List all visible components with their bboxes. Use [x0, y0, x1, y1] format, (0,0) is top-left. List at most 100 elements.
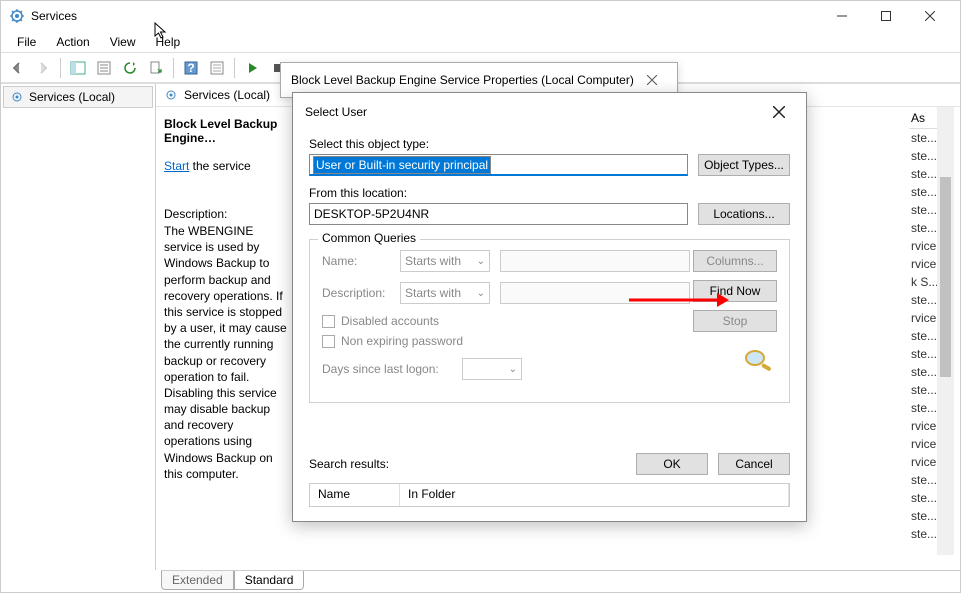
magnify-icon [741, 346, 777, 376]
common-queries-label: Common Queries [318, 231, 420, 245]
list-cell[interactable]: rvice [909, 255, 937, 273]
search-results-label: Search results: [309, 457, 389, 471]
services-small-icon [10, 90, 24, 104]
list-cell[interactable]: ste... [909, 489, 937, 507]
results-col-name[interactable]: Name [310, 484, 400, 506]
menu-help[interactable]: Help [146, 33, 191, 51]
chevron-down-icon: ⌄ [477, 256, 485, 267]
list-cell[interactable]: ste... [909, 165, 937, 183]
select-user-title: Select User [305, 105, 764, 119]
forward-button[interactable] [31, 56, 55, 80]
chevron-down-icon: ⌄ [477, 288, 485, 299]
object-type-value: User or Built-in security principal [313, 156, 491, 174]
list-cell[interactable]: ste... [909, 183, 937, 201]
window-title: Services [31, 9, 820, 23]
list-cell[interactable]: ste... [909, 129, 937, 147]
list-cell[interactable]: k S... [909, 273, 937, 291]
list-cell[interactable]: ste... [909, 327, 937, 345]
vertical-scrollbar[interactable] [937, 107, 954, 555]
list-cell[interactable]: rvice [909, 237, 937, 255]
services-small-icon [164, 88, 178, 102]
cq-name-input[interactable] [500, 250, 690, 272]
scrollbar-thumb[interactable] [940, 177, 951, 377]
list-cell[interactable]: ste... [909, 471, 937, 489]
list-cell[interactable]: ste... [909, 399, 937, 417]
days-since-combo[interactable]: ⌄ [462, 358, 522, 380]
list-cell[interactable]: ste... [909, 345, 937, 363]
columns-button[interactable]: Columns... [693, 250, 777, 272]
service-list-fragment: As ste...ste...ste...ste...ste...ste...r… [909, 107, 937, 570]
view-tabs: Extended Standard [161, 570, 960, 592]
maximize-button[interactable] [864, 1, 908, 31]
show-hide-tree-button[interactable] [66, 56, 90, 80]
locations-button[interactable]: Locations... [698, 203, 790, 225]
list-cell[interactable]: rvice [909, 309, 937, 327]
cq-desc-input[interactable] [500, 282, 690, 304]
cq-desc-combo[interactable]: Starts with⌄ [400, 282, 490, 304]
svg-text:?: ? [187, 61, 194, 75]
object-type-label: Select this object type: [309, 137, 790, 151]
list-cell[interactable]: ste... [909, 363, 937, 381]
cq-desc-label: Description: [322, 286, 390, 300]
minimize-button[interactable] [820, 1, 864, 31]
right-pane-title: Services (Local) [184, 88, 270, 102]
list-button[interactable] [205, 56, 229, 80]
properties-button[interactable] [92, 56, 116, 80]
list-cell[interactable]: ste... [909, 525, 937, 543]
properties-close-button[interactable] [637, 69, 667, 91]
tree-item-label: Services (Local) [29, 90, 115, 104]
results-header: Name In Folder [309, 483, 790, 507]
detail-pane: Block Level Backup Engine… Start the ser… [156, 107, 296, 570]
ok-button[interactable]: OK [636, 453, 708, 475]
disabled-accounts-checkbox[interactable]: Disabled accounts [322, 314, 690, 328]
list-cell[interactable]: rvice [909, 417, 937, 435]
checkbox-icon [322, 315, 335, 328]
chevron-down-icon: ⌄ [509, 364, 517, 375]
menu-file[interactable]: File [7, 33, 46, 51]
menu-action[interactable]: Action [46, 33, 99, 51]
refresh-button[interactable] [118, 56, 142, 80]
list-cell[interactable]: ste... [909, 291, 937, 309]
start-service-button[interactable] [240, 56, 264, 80]
description-text: The WBENGINE service is used by Windows … [164, 223, 288, 482]
menu-view[interactable]: View [100, 33, 146, 51]
list-cell[interactable]: ste... [909, 381, 937, 399]
object-type-input[interactable]: User or Built-in security principal [309, 154, 688, 176]
tab-standard[interactable]: Standard [234, 571, 305, 590]
location-label: From this location: [309, 186, 790, 200]
stop-button[interactable]: Stop [693, 310, 777, 332]
service-start-line: Start the service [164, 159, 288, 173]
results-col-infolder[interactable]: In Folder [400, 484, 789, 506]
cq-name-combo[interactable]: Starts with⌄ [400, 250, 490, 272]
services-icon [9, 8, 25, 24]
tree-item-services-local[interactable]: Services (Local) [3, 86, 153, 108]
list-cell[interactable]: ste... [909, 507, 937, 525]
export-button[interactable] [144, 56, 168, 80]
checkbox-icon [322, 335, 335, 348]
days-since-label: Days since last logon: [322, 362, 452, 376]
service-name: Block Level Backup Engine… [164, 117, 288, 145]
tab-extended[interactable]: Extended [161, 571, 234, 590]
object-types-button[interactable]: Object Types... [698, 154, 790, 176]
cancel-button[interactable]: Cancel [718, 453, 790, 475]
common-queries-group: Common Queries Name: Starts with⌄ Descri… [309, 239, 790, 403]
list-cell[interactable]: ste... [909, 201, 937, 219]
non-expiring-checkbox[interactable]: Non expiring password [322, 334, 690, 348]
console-tree: Services (Local) [1, 84, 156, 570]
select-user-close-button[interactable] [764, 101, 794, 123]
properties-title: Block Level Backup Engine Service Proper… [291, 73, 637, 87]
location-input[interactable] [309, 203, 688, 225]
description-label: Description: [164, 207, 288, 221]
list-cell[interactable]: rvice [909, 453, 937, 471]
close-button[interactable] [908, 1, 952, 31]
start-link[interactable]: Start [164, 159, 189, 173]
list-cell[interactable]: ste... [909, 147, 937, 165]
find-now-button[interactable]: Find Now [693, 280, 777, 302]
titlebar: Services [1, 1, 960, 31]
select-user-dialog: Select User Select this object type: Use… [292, 92, 807, 522]
back-button[interactable] [5, 56, 29, 80]
list-cell[interactable]: ste... [909, 219, 937, 237]
column-header-logon-as[interactable]: As [909, 107, 937, 129]
help-button[interactable]: ? [179, 56, 203, 80]
list-cell[interactable]: rvice [909, 435, 937, 453]
